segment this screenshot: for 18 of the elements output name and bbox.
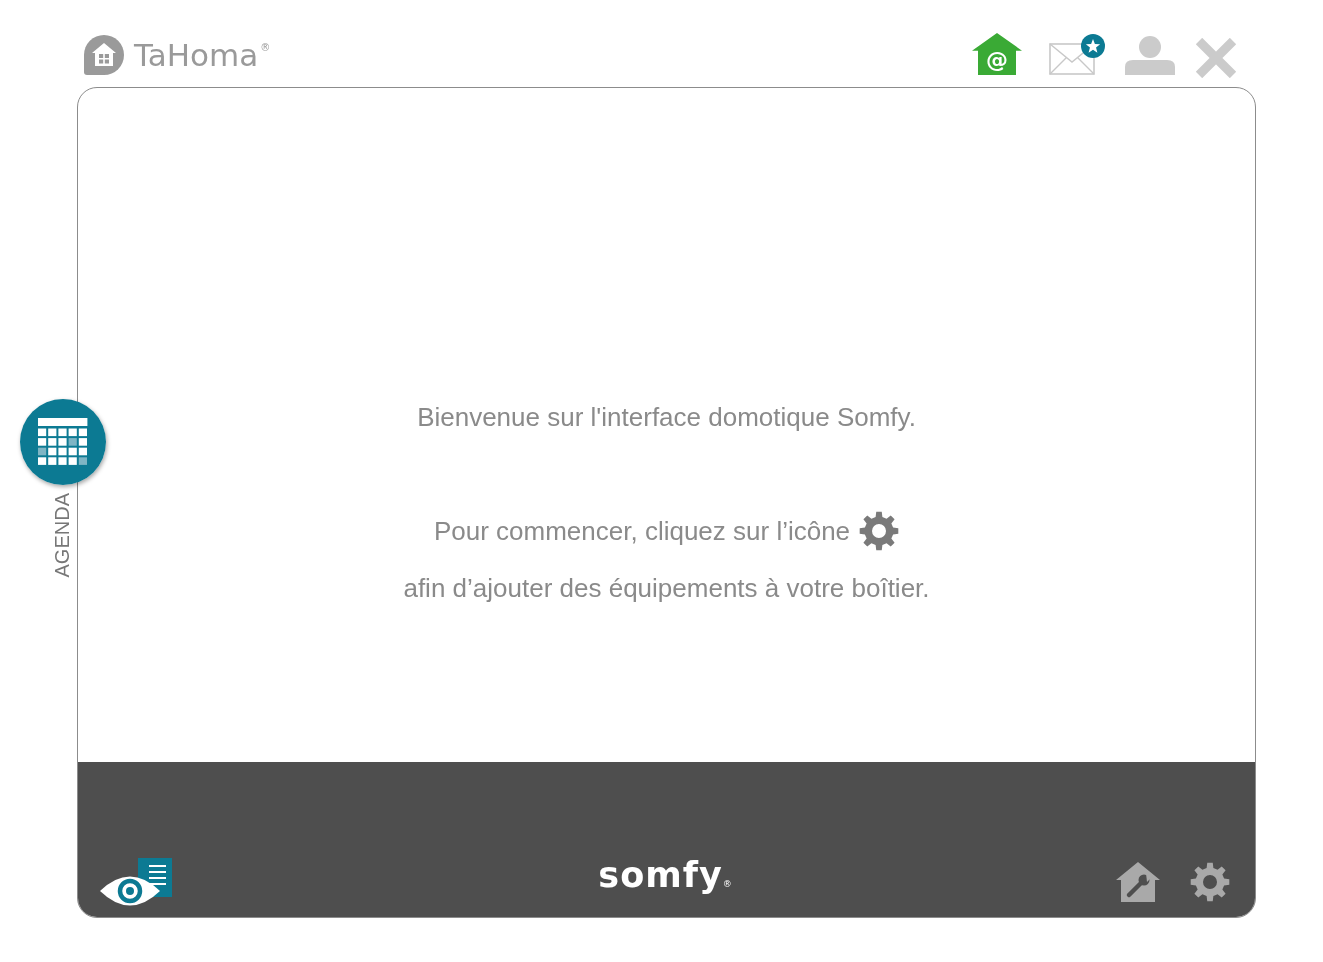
eye-document-button[interactable] xyxy=(100,858,172,908)
gear-icon xyxy=(1190,862,1230,902)
agenda-tab[interactable]: AGENDA xyxy=(20,399,106,578)
home-email-button[interactable]: @ xyxy=(972,33,1022,75)
instruction-text: Pour commencer, cliquez sur l’icône xyxy=(433,516,851,546)
welcome-title: Bienvenue sur l'interface domotique Somfy. xyxy=(417,402,916,432)
settings-button[interactable] xyxy=(1190,862,1230,902)
gear-icon xyxy=(859,511,900,551)
house-wrench-icon xyxy=(1116,862,1160,902)
instruction-text: afin d’ajouter des équipements à votre boîtier. xyxy=(403,573,930,603)
tahoma-logo-text: TaHoma$^{®}$ xyxy=(134,37,271,73)
close-icon xyxy=(1195,38,1237,78)
envelope-icon xyxy=(1049,43,1095,75)
eye-document-icon xyxy=(100,858,172,908)
user-icon xyxy=(1125,36,1175,75)
home-setup-button[interactable] xyxy=(1116,862,1160,902)
house-logo-icon xyxy=(84,35,124,75)
messages-button[interactable] xyxy=(1049,33,1105,75)
